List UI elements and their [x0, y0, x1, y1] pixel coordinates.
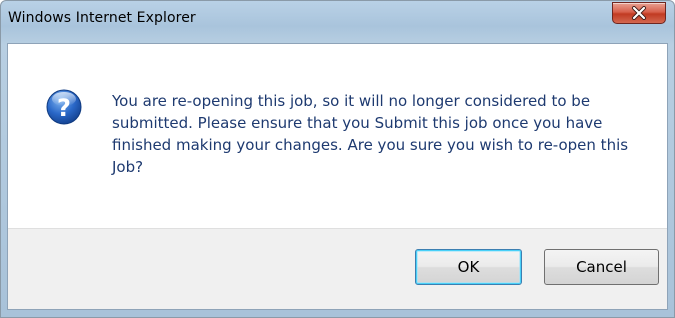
- dialog-window: Windows Internet Explorer ? You are re-o…: [0, 0, 675, 318]
- question-icon: ?: [46, 89, 82, 125]
- button-area: OK Cancel: [8, 228, 667, 309]
- dialog-content: ? You are re-opening this job, so it wil…: [7, 43, 668, 310]
- message-text: You are re-opening this job, so it will …: [112, 92, 629, 176]
- cancel-button[interactable]: Cancel: [544, 249, 659, 285]
- ok-button[interactable]: OK: [415, 249, 522, 285]
- title-bar[interactable]: Windows Internet Explorer: [1, 1, 674, 43]
- close-button[interactable]: [612, 2, 666, 24]
- close-icon: [613, 3, 665, 23]
- window-title: Windows Internet Explorer: [8, 10, 196, 26]
- svg-text:?: ?: [57, 94, 71, 122]
- message-area: ? You are re-opening this job, so it wil…: [8, 44, 667, 228]
